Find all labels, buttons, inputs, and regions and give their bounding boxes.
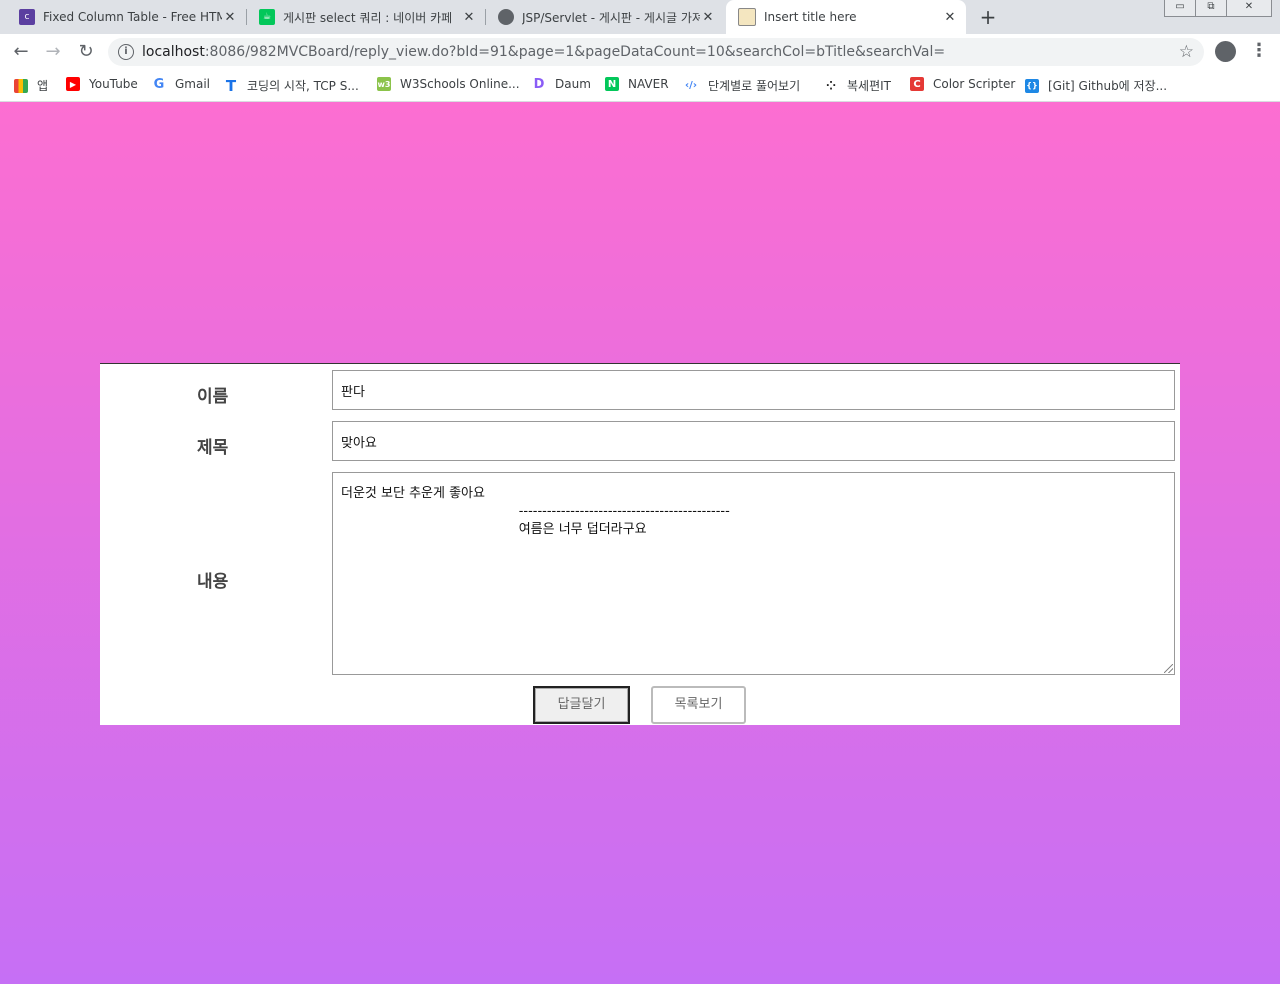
bookmark-label: 앱 — [37, 79, 49, 93]
new-tab-button[interactable]: + — [977, 5, 999, 29]
youtube-icon: ▶ — [66, 77, 80, 91]
url-host: localhost — [142, 44, 205, 60]
daum-icon: D — [533, 76, 545, 92]
url-path: :8086/982MVCBoard/reply_view.do?bId=91&p… — [204, 44, 946, 60]
forward-arrow-icon[interactable]: → — [41, 40, 65, 64]
page-icon — [738, 8, 756, 26]
bookmark-youtube[interactable]: ▶ YouTube — [66, 77, 138, 91]
bookmark-color-scripter[interactable]: C Color Scripter — [910, 77, 1015, 91]
close-tab-icon[interactable]: ✕ — [461, 10, 477, 25]
tab-title: JSP/Servlet - 게시판 - 게시글 가져오기 — [522, 10, 700, 25]
bookmark-label: Daum — [555, 77, 591, 91]
tab-fixed-column-table[interactable]: c Fixed Column Table - Free HTML ✕ — [0, 0, 246, 34]
back-arrow-icon[interactable]: ← — [9, 40, 33, 64]
bookmark-label: 단계별로 풀어보기 — [708, 79, 801, 93]
tab-title: 게시판 select 쿼리 : 네이버 카페 — [283, 10, 453, 25]
bookmark-label: 복세편IT — [847, 79, 891, 93]
apps-grid-icon — [14, 78, 28, 93]
list-view-button[interactable]: 목록보기 — [651, 686, 746, 724]
tab-strip: c Fixed Column Table - Free HTML ✕ ☕ 게시판… — [0, 0, 1280, 34]
colorlib-icon: c — [19, 9, 35, 25]
bookmark-label: W3Schools Online... — [400, 77, 520, 91]
close-tab-icon[interactable]: ✕ — [222, 10, 238, 25]
title-input[interactable]: 맞아요 — [332, 421, 1175, 461]
url-text[interactable]: localhost:8086/982MVCBoard/reply_view.do… — [142, 44, 945, 60]
bookmark-label: Gmail — [175, 77, 211, 91]
title-label: 제목 — [197, 438, 229, 458]
bookmark-apps[interactable]: 앱 — [14, 77, 48, 94]
close-window-button[interactable]: ✕ — [1226, 0, 1272, 17]
tab-naver-cafe[interactable]: ☕ 게시판 select 쿼리 : 네이버 카페 ✕ — [247, 0, 485, 34]
bookmark-gmail[interactable]: G Gmail — [152, 76, 211, 92]
window-controls: ▭ ⧉ ✕ — [1164, 0, 1272, 17]
reload-icon[interactable]: ↻ — [74, 40, 98, 64]
bookmark-star-icon[interactable]: ☆ — [1179, 42, 1194, 62]
profile-avatar-icon[interactable] — [1215, 41, 1236, 62]
reply-form: 이름 판다 제목 맞아요 내용 더운것 보단 추운게 좋아요 ---------… — [100, 363, 1180, 725]
content-label: 내용 — [197, 572, 229, 592]
w3schools-icon: w3 — [377, 77, 391, 91]
bookmark-w3schools[interactable]: w3 W3Schools Online... — [377, 77, 520, 91]
naver-icon: N — [605, 77, 619, 91]
close-tab-icon[interactable]: ✕ — [942, 10, 958, 25]
reply-submit-button[interactable]: 답글달기 — [533, 686, 630, 724]
bookmark-label: Color Scripter — [933, 77, 1016, 91]
content-textarea[interactable]: 더운것 보단 추운게 좋아요 -------------------------… — [332, 472, 1175, 675]
tab-title: Fixed Column Table - Free HTML — [43, 10, 222, 24]
tcp-school-icon: T — [225, 76, 237, 95]
bookmark-baekjoon[interactable]: ‹/› 단계별로 풀어보기 — [683, 77, 800, 94]
info-icon[interactable]: i — [118, 44, 134, 60]
code-icon: ‹/› — [685, 80, 697, 91]
name-label: 이름 — [197, 387, 229, 407]
close-tab-icon[interactable]: ✕ — [700, 10, 716, 25]
bookmarks-bar: 앱 ▶ YouTube G Gmail T 코딩의 시작, TCP S... w… — [0, 70, 1280, 102]
dots-icon: ⁘ — [825, 78, 837, 93]
content-text: 더운것 보단 추운게 좋아요 -------------------------… — [341, 486, 730, 537]
bookmark-daum[interactable]: D Daum — [532, 76, 591, 92]
tab-title: Insert title here — [764, 10, 857, 24]
bookmark-label: NAVER — [628, 77, 669, 91]
bookmark-tcp-school[interactable]: T 코딩의 시작, TCP S... — [224, 76, 359, 95]
tab-jsp-servlet[interactable]: JSP/Servlet - 게시판 - 게시글 가져오기 ✕ — [486, 0, 724, 34]
naver-cafe-icon: ☕ — [259, 9, 275, 25]
kebab-menu-icon[interactable]: ⋮ — [1250, 40, 1268, 61]
google-icon: G — [153, 76, 165, 92]
bookmark-boksepyeon-it[interactable]: ⁘ 복세편IT — [824, 77, 891, 94]
brackets-icon: {} — [1025, 78, 1039, 93]
color-scripter-icon: C — [910, 77, 924, 91]
bookmark-label: 코딩의 시작, TCP S... — [247, 79, 359, 93]
bookmark-github-save[interactable]: {} [Git] Github에 저장... — [1025, 77, 1167, 94]
restore-button[interactable]: ⧉ — [1195, 0, 1227, 17]
bookmark-naver[interactable]: N NAVER — [605, 77, 669, 91]
browser-toolbar: ← → ↻ i localhost:8086/982MVCBoard/reply… — [0, 34, 1280, 70]
bookmark-label: [Git] Github에 저장... — [1048, 79, 1168, 93]
address-bar[interactable]: i localhost:8086/982MVCBoard/reply_view.… — [108, 38, 1204, 66]
tab-insert-title-here[interactable]: Insert title here ✕ — [726, 0, 966, 34]
resize-handle-icon[interactable] — [1164, 664, 1173, 673]
bookmark-label: YouTube — [89, 77, 138, 91]
globe-icon — [498, 9, 514, 25]
page-background: 이름 판다 제목 맞아요 내용 더운것 보단 추운게 좋아요 ---------… — [0, 102, 1280, 984]
name-input[interactable]: 판다 — [332, 370, 1175, 410]
minimize-button[interactable]: ▭ — [1164, 0, 1196, 17]
